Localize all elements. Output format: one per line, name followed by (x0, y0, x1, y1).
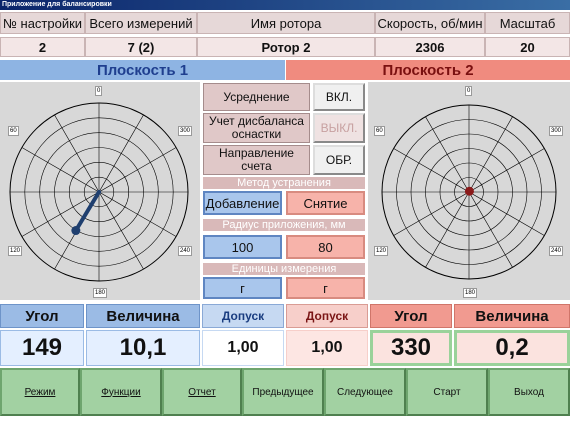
functions-button-label: Функции (101, 386, 141, 398)
start-button-label: Старт (433, 386, 461, 398)
units-plane-1-field[interactable]: г (203, 277, 282, 299)
plane-1-angle-value: 149 (0, 330, 84, 366)
plane-1-tolerance-label: Допуск (202, 304, 284, 328)
next-button[interactable]: Следующее (324, 368, 406, 416)
speed-label: Скорость, об/мин (375, 12, 485, 34)
header-values-row: 2 7 (2) Ротор 2 2306 20 (0, 37, 570, 57)
plane-2-tolerance-label: Допуск (286, 304, 368, 328)
plane-2-vector (464, 186, 474, 196)
plane-2-angle-value: 330 (370, 330, 452, 366)
plane-2-magnitude-label: Величина (454, 304, 570, 328)
plane-1-magnitude-label: Величина (86, 304, 200, 328)
averaging-label: Усреднение (203, 83, 310, 111)
rotor-name-label: Имя ротора (197, 12, 375, 34)
plane-1-angle-label: Угол (0, 304, 84, 328)
count-direction-label: Направление счета (203, 145, 310, 175)
plane-2-vector-tip (464, 186, 474, 196)
plane-2-angle-label: Угол (370, 304, 452, 328)
next-button-label: Следующее (337, 386, 393, 398)
scale-label: Масштаб (485, 12, 570, 34)
radius-plane-2-field[interactable]: 80 (286, 235, 365, 259)
tick-180-right: 180 (463, 288, 478, 298)
plane-2-magnitude-value: 0,2 (454, 330, 570, 366)
tick-0-right: 0 (465, 86, 473, 96)
start-button[interactable]: Старт (406, 368, 488, 416)
plane-1-vector-tip (71, 226, 81, 236)
mode-button[interactable]: Режим (0, 368, 80, 416)
tick-120-right: 120 (374, 246, 389, 256)
plane-1-vector-center (97, 190, 101, 194)
averaging-toggle[interactable]: ВКЛ. (313, 83, 365, 111)
fixture-unbalance-toggle[interactable]: ВЫКЛ. (313, 113, 365, 143)
method-remove-button[interactable]: Снятие (286, 191, 365, 215)
method-add-button[interactable]: Добавление (203, 191, 282, 215)
plane-2-tolerance-value[interactable]: 1,00 (286, 330, 368, 366)
plane-1-header: Плоскость 1 (0, 60, 285, 80)
previous-button[interactable]: Предыдущее (242, 368, 324, 416)
mode-button-label: Режим (24, 386, 56, 398)
functions-button[interactable]: Функции (80, 368, 162, 416)
plane-2-polar-svg (381, 104, 557, 280)
plane-2-header: Плоскость 2 (286, 60, 570, 80)
plane-1-polar-svg (9, 102, 189, 282)
function-button-bar: Режим Функции Отчет Предыдущее Следующее… (0, 368, 570, 416)
report-button-label: Отчет (188, 386, 216, 398)
plane-1-polar-plot: 0 60 300 120 240 180 (0, 82, 200, 300)
setting-number-label: № настройки (0, 12, 85, 34)
exit-button-label: Выход (514, 386, 544, 398)
method-section-label: Метод устранения (203, 177, 365, 189)
tick-180: 180 (93, 288, 108, 298)
speed-value: 2306 (375, 37, 485, 57)
tick-60: 60 (8, 126, 19, 136)
previous-button-label: Предыдущее (252, 386, 314, 398)
tick-300-right: 300 (549, 126, 564, 136)
tick-240-right: 240 (549, 246, 564, 256)
tick-240: 240 (178, 246, 193, 256)
plane-1-vector-line (73, 190, 101, 233)
total-measurements-label: Всего измерений (85, 12, 197, 34)
window-title: Приложение для балансировки (0, 0, 570, 10)
plane-2-polar-plot: 0 60 300 120 240 180 (368, 82, 570, 300)
radius-plane-1-field[interactable]: 100 (203, 235, 282, 259)
count-direction-toggle[interactable]: ОБР. (313, 145, 365, 175)
units-section-label: Единицы измерения (203, 263, 365, 275)
plane-1-tolerance-value[interactable]: 1,00 (202, 330, 284, 366)
plane-1-magnitude-value: 10,1 (86, 330, 200, 366)
total-measurements-value: 7 (2) (85, 37, 197, 57)
setting-number-value: 2 (0, 37, 85, 57)
tick-300: 300 (178, 126, 193, 136)
units-plane-2-field[interactable]: г (286, 277, 365, 299)
settings-panel: Усреднение ВКЛ. Учет дисбаланса оснастки… (200, 82, 368, 300)
scale-value: 20 (485, 37, 570, 57)
tick-60-right: 60 (374, 126, 385, 136)
rotor-name-value: Ротор 2 (197, 37, 375, 57)
fixture-unbalance-label: Учет дисбаланса оснастки (203, 113, 310, 143)
plane-1-vector (71, 190, 101, 236)
exit-button[interactable]: Выход (488, 368, 570, 416)
radius-section-label: Радиус приложения, мм (203, 219, 365, 231)
report-button[interactable]: Отчет (162, 368, 242, 416)
tick-120: 120 (8, 246, 23, 256)
header-labels-row: № настройки Всего измерений Имя ротора С… (0, 12, 570, 34)
tick-0: 0 (95, 86, 103, 96)
